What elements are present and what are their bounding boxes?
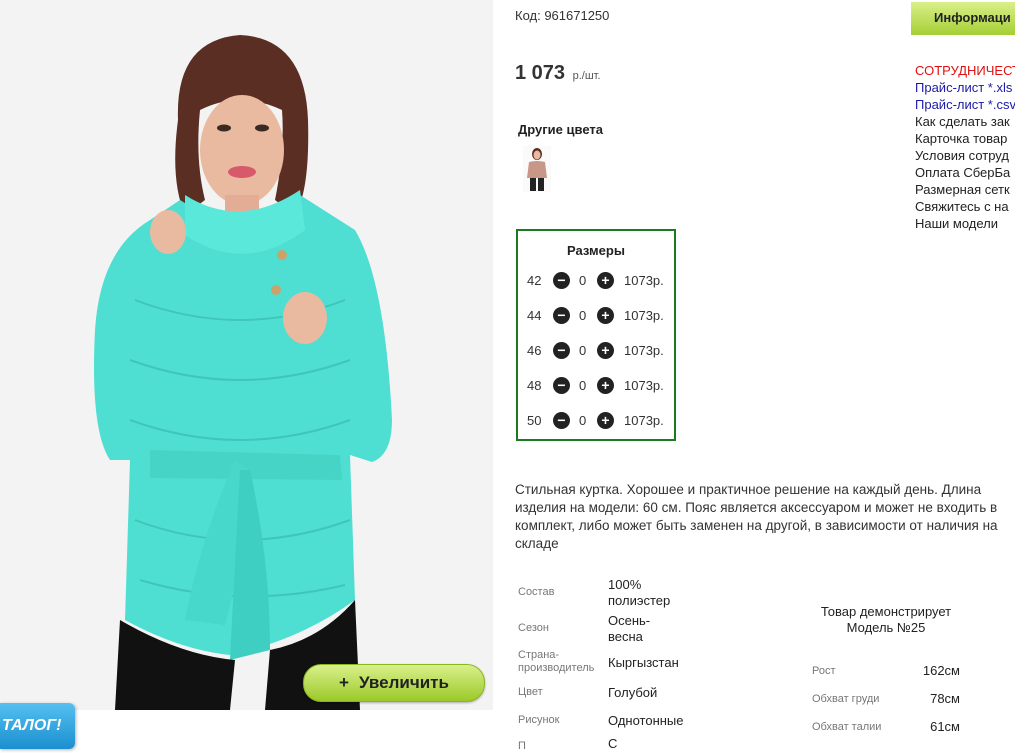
minus-icon[interactable]: − (553, 272, 570, 289)
plus-icon[interactable]: + (597, 377, 614, 394)
spec-label: Цвет (518, 686, 543, 698)
size-price: 1073р. (624, 308, 664, 323)
color-thumbnail-image (527, 148, 547, 191)
size-row: 44 − 0 + 1073р. (518, 306, 678, 326)
size-price: 1073р. (624, 273, 664, 288)
size-value: 46 (527, 343, 542, 358)
spec-value: Кыргызстан (608, 655, 679, 670)
size-value: 50 (527, 413, 542, 428)
sidebar-link-product-card[interactable]: Карточка товар (915, 130, 1015, 147)
sidebar-link-our-models[interactable]: Наши модели (915, 215, 1015, 232)
spec-value: С (608, 736, 618, 751)
minus-icon[interactable]: − (553, 377, 570, 394)
sidebar-link-pricelist-csv[interactable]: Прайс-лист *.csv (915, 96, 1015, 113)
sidebar-link-size-chart[interactable]: Размерная сетк (915, 181, 1015, 198)
color-thumbnail[interactable] (523, 146, 551, 192)
plus-icon[interactable]: + (597, 272, 614, 289)
info-button[interactable]: Информаци (911, 2, 1015, 35)
sizes-title: Размеры (567, 243, 625, 258)
size-quantity: 0 (579, 273, 587, 288)
size-quantity: 0 (579, 343, 587, 358)
sidebar-link-contact-us[interactable]: Свяжитесь с на (915, 198, 1015, 215)
size-row: 42 − 0 + 1073р. (518, 271, 678, 291)
zoom-button[interactable]: + Увеличить (303, 664, 485, 702)
size-row: 46 − 0 + 1073р. (518, 341, 678, 361)
spec-value: Голубой (608, 685, 658, 700)
plus-icon: + (339, 673, 349, 692)
size-value: 42 (527, 273, 542, 288)
size-value: 48 (527, 378, 542, 393)
size-value: 44 (527, 308, 542, 323)
sizes-panel: Размеры 42 − 0 + 1073р. 44 − 0 + 1073р. … (516, 229, 676, 441)
product-code: Код: 961671250 (515, 8, 610, 23)
other-colors-title: Другие цвета (518, 122, 603, 137)
size-price: 1073р. (624, 413, 664, 428)
product-description: Стильная куртка. Хорошее и практичное ре… (515, 482, 998, 551)
minus-icon[interactable]: − (553, 307, 570, 324)
size-price: 1073р. (624, 343, 664, 358)
sidebar-link-cooperation-terms[interactable]: Условия сотруд (915, 147, 1015, 164)
model-param-label: Обхват талии (812, 721, 882, 733)
spec-value: Осень-весна (608, 613, 651, 644)
model-param-value: 162см (922, 663, 960, 678)
spec-label: Состав (518, 586, 555, 598)
spec-label: П (518, 740, 526, 752)
spec-label: Рисунок (518, 714, 560, 726)
sidebar-link-cooperation[interactable]: СОТРУДНИЧЕСТ (915, 62, 1015, 79)
size-quantity: 0 (579, 378, 587, 393)
model-image (0, 0, 493, 710)
spec-label: Страна-производитель (518, 649, 595, 674)
model-param-value: 61см (930, 719, 960, 734)
size-price: 1073р. (624, 378, 664, 393)
size-quantity: 0 (579, 308, 587, 323)
model-param-label: Рост (812, 665, 836, 677)
catalog-badge-label: ТАЛОГ! (2, 717, 62, 734)
sidebar-link-how-to-order[interactable]: Как сделать зак (915, 113, 1015, 130)
size-row: 48 − 0 + 1073р. (518, 376, 678, 396)
spec-value: Однотонные (608, 713, 684, 728)
zoom-button-label: Увеличить (358, 673, 449, 692)
minus-icon[interactable]: − (553, 342, 570, 359)
price-value: 1 073 (515, 62, 566, 84)
spec-value: 100% полиэстер (608, 577, 671, 608)
spec-label: Сезон (518, 622, 549, 634)
sidebar-link-pricelist-xls[interactable]: Прайс-лист *.xls (915, 79, 1015, 96)
sidebar-link-sberbank-payment[interactable]: Оплата СберБа (915, 164, 1015, 181)
model-param-label: Обхват груди (812, 693, 880, 705)
product-price: 1 073 р./шт. (515, 62, 601, 85)
plus-icon[interactable]: + (597, 307, 614, 324)
model-title: Товар демонстрирует Модель №25 (820, 604, 952, 635)
product-photo[interactable] (0, 0, 493, 710)
sidebar-links: СОТРУДНИЧЕСТ Прайс-лист *.xls Прайс-лист… (915, 62, 1015, 232)
size-row: 50 − 0 + 1073р. (518, 411, 678, 431)
minus-icon[interactable]: − (553, 412, 570, 429)
price-unit: р./шт. (572, 70, 601, 82)
size-quantity: 0 (579, 413, 587, 428)
plus-icon[interactable]: + (597, 342, 614, 359)
plus-icon[interactable]: + (597, 412, 614, 429)
model-param-value: 78см (930, 691, 960, 706)
catalog-badge[interactable]: ТАЛОГ! (0, 703, 75, 749)
